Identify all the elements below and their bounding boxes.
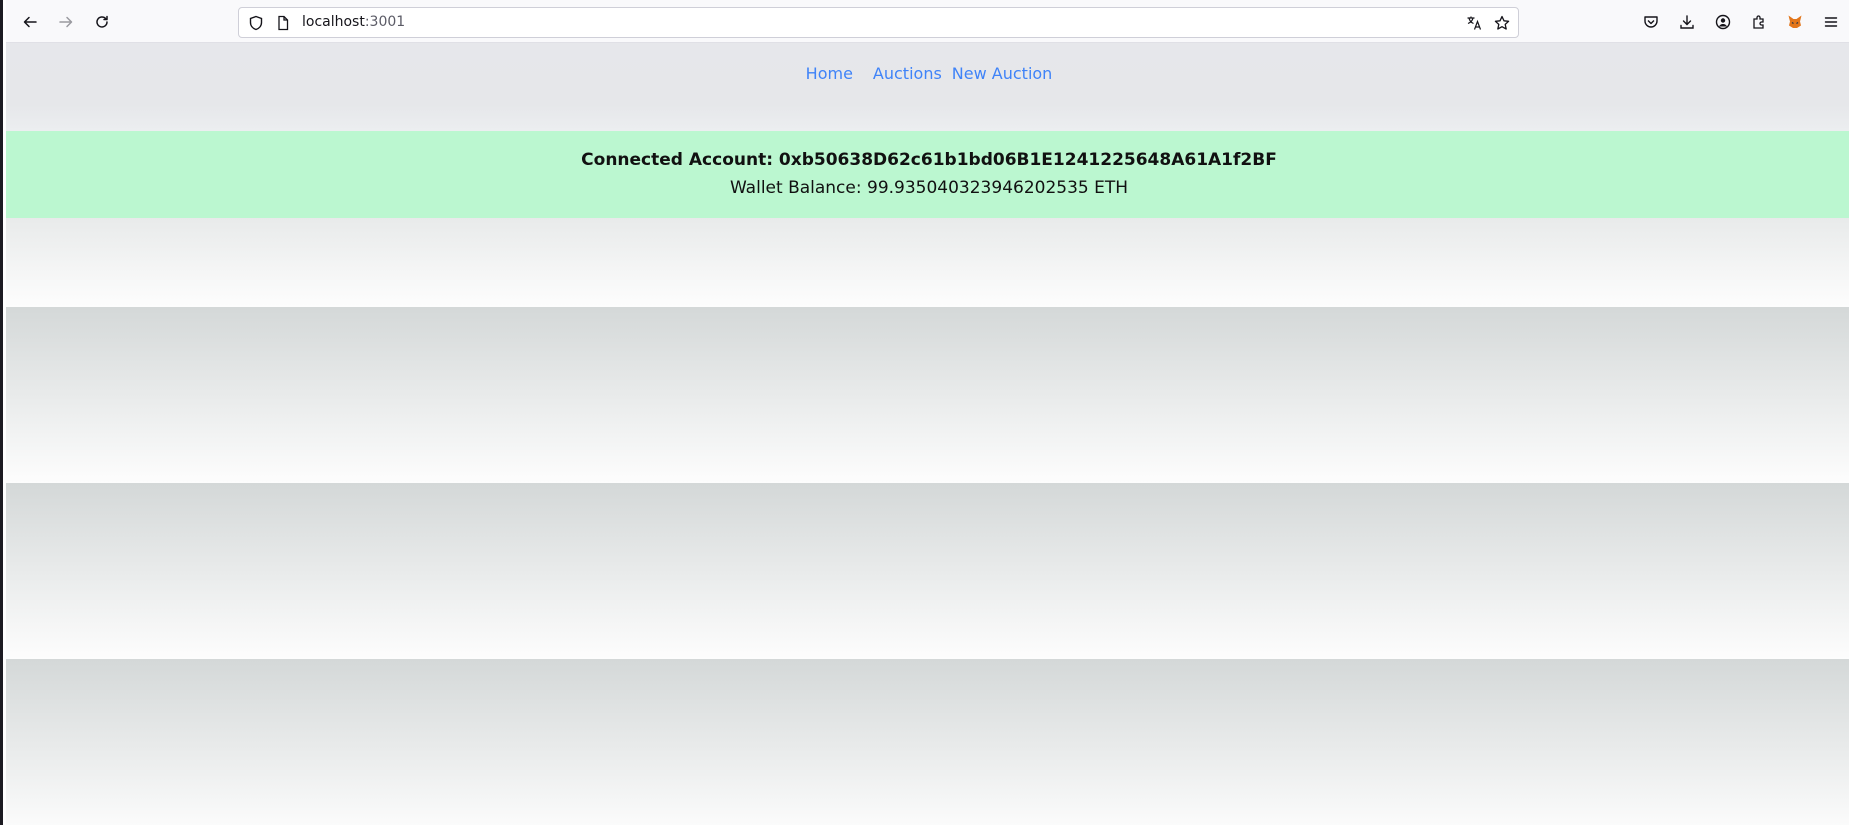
back-arrow-icon[interactable] [16, 8, 44, 36]
wallet-balance-text: Wallet Balance: 99.935040323946202535 ET… [729, 178, 1129, 198]
url-bar[interactable]: localhost:3001 [238, 7, 1519, 38]
shield-icon[interactable] [248, 15, 264, 31]
url-host: localhost [302, 14, 365, 30]
account-icon[interactable] [1709, 8, 1737, 36]
forward-arrow-icon[interactable] [52, 8, 80, 36]
nav-link-new-auction[interactable]: New Auction [943, 60, 1062, 90]
nav-link-auctions[interactable]: Auctions [864, 60, 951, 90]
browser-window: localhost:3001 Home Auctions New Auction… [0, 0, 1849, 825]
account-banner: Connected Account: 0xb50638D62c61b1bd06B… [6, 131, 1849, 218]
background-band [6, 483, 1849, 659]
page-content: Home Auctions New Auction Connected Acco… [6, 43, 1849, 825]
extensions-icon[interactable] [1745, 8, 1773, 36]
star-icon[interactable] [1494, 15, 1510, 31]
page-icon[interactable] [275, 15, 291, 31]
background-band [6, 659, 1849, 825]
browser-toolbar: localhost:3001 [6, 0, 1849, 43]
metamask-fox-icon[interactable] [1781, 8, 1809, 36]
translate-icon[interactable] [1466, 15, 1482, 31]
nav-link-home[interactable]: Home [797, 60, 862, 90]
connected-account-text: Connected Account: 0xb50638D62c61b1bd06B… [581, 150, 1277, 170]
menu-icon[interactable] [1817, 8, 1845, 36]
pocket-icon[interactable] [1637, 8, 1665, 36]
top-nav-bar: Home Auctions New Auction [6, 43, 1849, 131]
main-nav: Home Auctions New Auction [6, 60, 1849, 90]
url-text[interactable]: localhost:3001 [302, 14, 405, 30]
background-band [6, 307, 1849, 483]
reload-icon[interactable] [88, 8, 116, 36]
url-port: :3001 [364, 14, 406, 30]
download-icon[interactable] [1673, 8, 1701, 36]
